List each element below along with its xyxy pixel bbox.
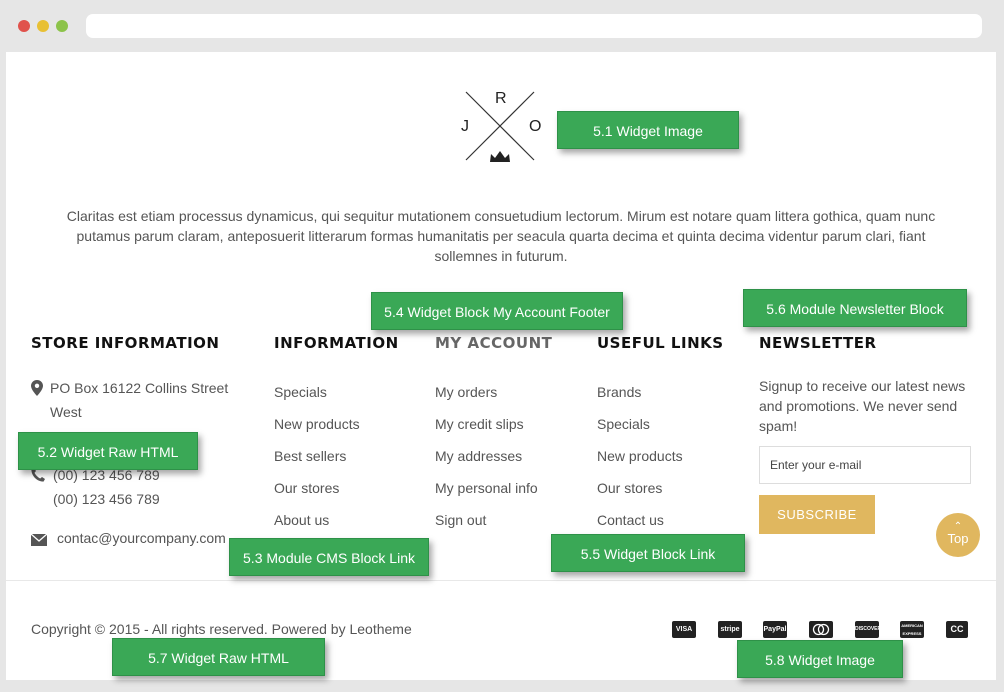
discover-icon: DISCOVER — [855, 621, 879, 638]
annotation-widget-raw-html-footer: 5.7 Widget Raw HTML — [112, 638, 325, 676]
stripe-icon: stripe — [718, 621, 742, 638]
information-link[interactable]: Best sellers — [274, 446, 360, 478]
newsletter-title: NEWSLETTER — [759, 334, 877, 352]
window-bottom-border — [0, 680, 1004, 692]
minimize-window-button[interactable] — [37, 20, 49, 32]
annotation-newsletter-block: 5.6 Module Newsletter Block — [743, 289, 967, 327]
subscribe-button[interactable]: SUBSCRIBE — [759, 495, 875, 534]
newsletter-email-input[interactable] — [759, 446, 971, 484]
store-info-title: STORE INFORMATION — [31, 334, 220, 352]
envelope-icon — [30, 533, 48, 549]
crown-icon — [490, 151, 510, 162]
useful-link[interactable]: Brands — [597, 382, 683, 414]
back-to-top-label: Top — [947, 531, 969, 546]
site-logo[interactable]: R J O — [460, 88, 542, 164]
back-to-top-button[interactable]: ⌃ Top — [936, 513, 980, 557]
information-title: INFORMATION — [274, 334, 399, 352]
my-account-link[interactable]: Sign out — [435, 510, 538, 542]
my-account-title[interactable]: MY ACCOUNT — [435, 334, 552, 352]
paypal-icon: PayPal — [763, 621, 787, 638]
store-email[interactable]: contac@yourcompany.com — [57, 530, 226, 546]
annotation-cms-block-link: 5.3 Module CMS Block Link — [229, 538, 429, 576]
credit-card-icon: CC — [946, 621, 968, 638]
copyright-text: Copyright © 2015 - All rights reserved. … — [31, 621, 412, 637]
information-link[interactable]: Our stores — [274, 478, 360, 510]
information-link[interactable]: New products — [274, 414, 360, 446]
useful-link[interactable]: Specials — [597, 414, 683, 446]
close-window-button[interactable] — [18, 20, 30, 32]
my-account-link[interactable]: My personal info — [435, 478, 538, 510]
map-marker-icon — [31, 380, 47, 396]
amex-icon: AMERICAN EXPRESS — [900, 621, 924, 638]
store-address-line2: West — [50, 404, 82, 420]
annotation-my-account-footer: 5.4 Widget Block My Account Footer — [371, 292, 623, 330]
annotation-widget-block-link: 5.5 Widget Block Link — [551, 534, 745, 572]
useful-link[interactable]: Our stores — [597, 478, 683, 510]
useful-link[interactable]: New products — [597, 446, 683, 478]
store-address-line1: PO Box 16122 Collins Street — [50, 380, 229, 396]
logo-letter-top: R — [495, 90, 507, 107]
information-link[interactable]: Specials — [274, 382, 360, 414]
mastercard-icon — [809, 621, 833, 638]
newsletter-description: Signup to receive our latest news and pr… — [759, 378, 966, 434]
annotation-widget-image: 5.1 Widget Image — [557, 111, 739, 149]
my-account-link[interactable]: My orders — [435, 382, 538, 414]
my-account-link[interactable]: My addresses — [435, 446, 538, 478]
my-account-links: My orders My credit slips My addresses M… — [435, 382, 538, 542]
useful-links-list: Brands Specials New products Our stores … — [597, 382, 683, 542]
page-footer: R J O Claritas est etiam processus dynam… — [6, 52, 996, 680]
footer-divider — [6, 580, 996, 581]
annotation-widget-raw-html: 5.2 Widget Raw HTML — [18, 432, 198, 470]
logo-letter-right: O — [529, 118, 542, 135]
information-links: Specials New products Best sellers Our s… — [274, 382, 360, 542]
logo-letter-left: J — [461, 118, 469, 135]
useful-links-title: USEFUL LINKS — [597, 334, 724, 352]
annotation-widget-image-payments: 5.8 Widget Image — [737, 640, 903, 678]
browser-chrome — [0, 0, 1004, 52]
store-phone2[interactable]: (00) 123 456 789 — [53, 491, 160, 507]
about-text: Claritas est etiam processus dynamicus, … — [66, 208, 936, 264]
address-bar[interactable] — [86, 14, 982, 38]
my-account-link[interactable]: My credit slips — [435, 414, 538, 446]
maximize-window-button[interactable] — [56, 20, 68, 32]
visa-icon: VISA — [672, 621, 696, 638]
